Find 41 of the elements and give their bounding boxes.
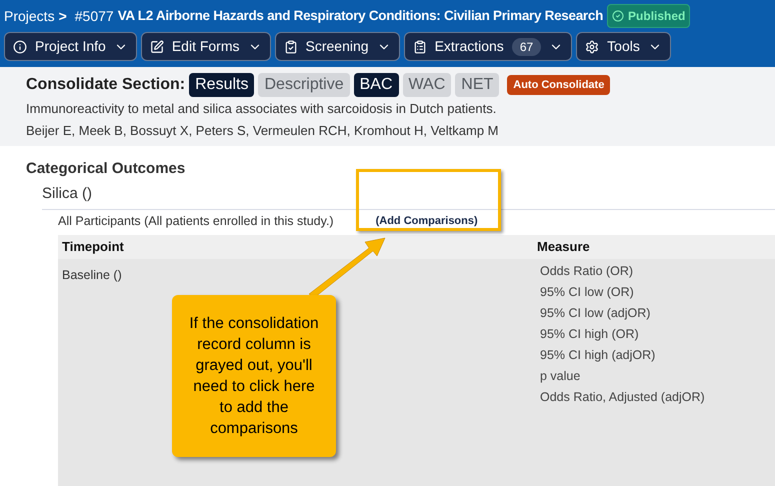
population-label: All Participants (All patients enrolled in this study.)	[58, 213, 334, 230]
measure-cell-text: 95% CI high (OR)	[540, 326, 640, 343]
clipboard-check-icon	[284, 40, 298, 54]
section-tab[interactable]: WAC	[402, 73, 452, 97]
clipboard-list-icon	[412, 40, 427, 54]
measure-cell: Odds Ratio, Adjusted (adjOR)	[540, 388, 705, 406]
section-heading: Categorical Outcomes	[26, 159, 186, 179]
measure-cell-text: 95% CI high (adjOR)	[540, 346, 656, 364]
info-icon	[13, 40, 27, 54]
section-tab[interactable]: Results	[189, 73, 254, 97]
add-comparisons-link[interactable]: (Add Comparisons)	[376, 213, 478, 230]
nav-menu-button[interactable]: Screening	[274, 32, 400, 61]
callout-text: If the consolidation record column is grayed out, you'll need to click here to add the comparisons	[188, 314, 320, 439]
study-authors: Beijer E, Meek B, Bossuyt X, Peters S, Vermeulen RCH, Kromhout H, Veltkamp M	[26, 122, 500, 140]
nav-menu-button[interactable]: Tools	[576, 32, 671, 61]
measure-cell-text: p value	[540, 368, 582, 385]
nav-menu-button[interactable]: Extractions 67	[404, 32, 572, 61]
pencil-square-icon	[150, 40, 164, 54]
study-title: Immunoreactivity to metal and silica associates with sarcoidosis in Dutch patients.	[26, 100, 498, 118]
measure-cell-text: Odds Ratio (OR)	[540, 262, 634, 280]
breadcrumb-link[interactable]: Projects	[4, 6, 55, 26]
section-tab[interactable]: BAC	[354, 73, 399, 97]
count-badge: 67	[512, 38, 542, 56]
breadcrumb-separator: >	[58, 6, 67, 26]
measure-cell-text: 95% CI low (OR)	[540, 284, 635, 301]
table-cell: Baseline ()	[62, 268, 122, 282]
consolidate-label: Consolidate Section:	[26, 75, 186, 95]
auto-consolidate-button[interactable]: Auto Consolidate	[507, 74, 610, 96]
nav-menu-button[interactable]: Edit Forms	[140, 32, 271, 61]
project-id: #5077	[74, 6, 114, 26]
project-title: VA L2 Airborne Hazards and Respiratory Conditions: Civilian Primary Research	[118, 6, 604, 25]
status-badge: Published	[607, 4, 690, 28]
outcome-name: Silica ()	[41, 184, 94, 204]
column-header: Measure	[537, 238, 590, 256]
check-icon	[612, 10, 624, 22]
section-tab[interactable]: Descriptive	[258, 73, 350, 97]
column-header: Timepoint	[61, 238, 125, 256]
section-tab[interactable]: NET	[455, 73, 500, 97]
settings-icon	[585, 40, 600, 54]
nav-menu-button[interactable]: Project Info	[4, 32, 137, 61]
measure-cell-text: 95% CI low (adjOR)	[540, 304, 652, 322]
